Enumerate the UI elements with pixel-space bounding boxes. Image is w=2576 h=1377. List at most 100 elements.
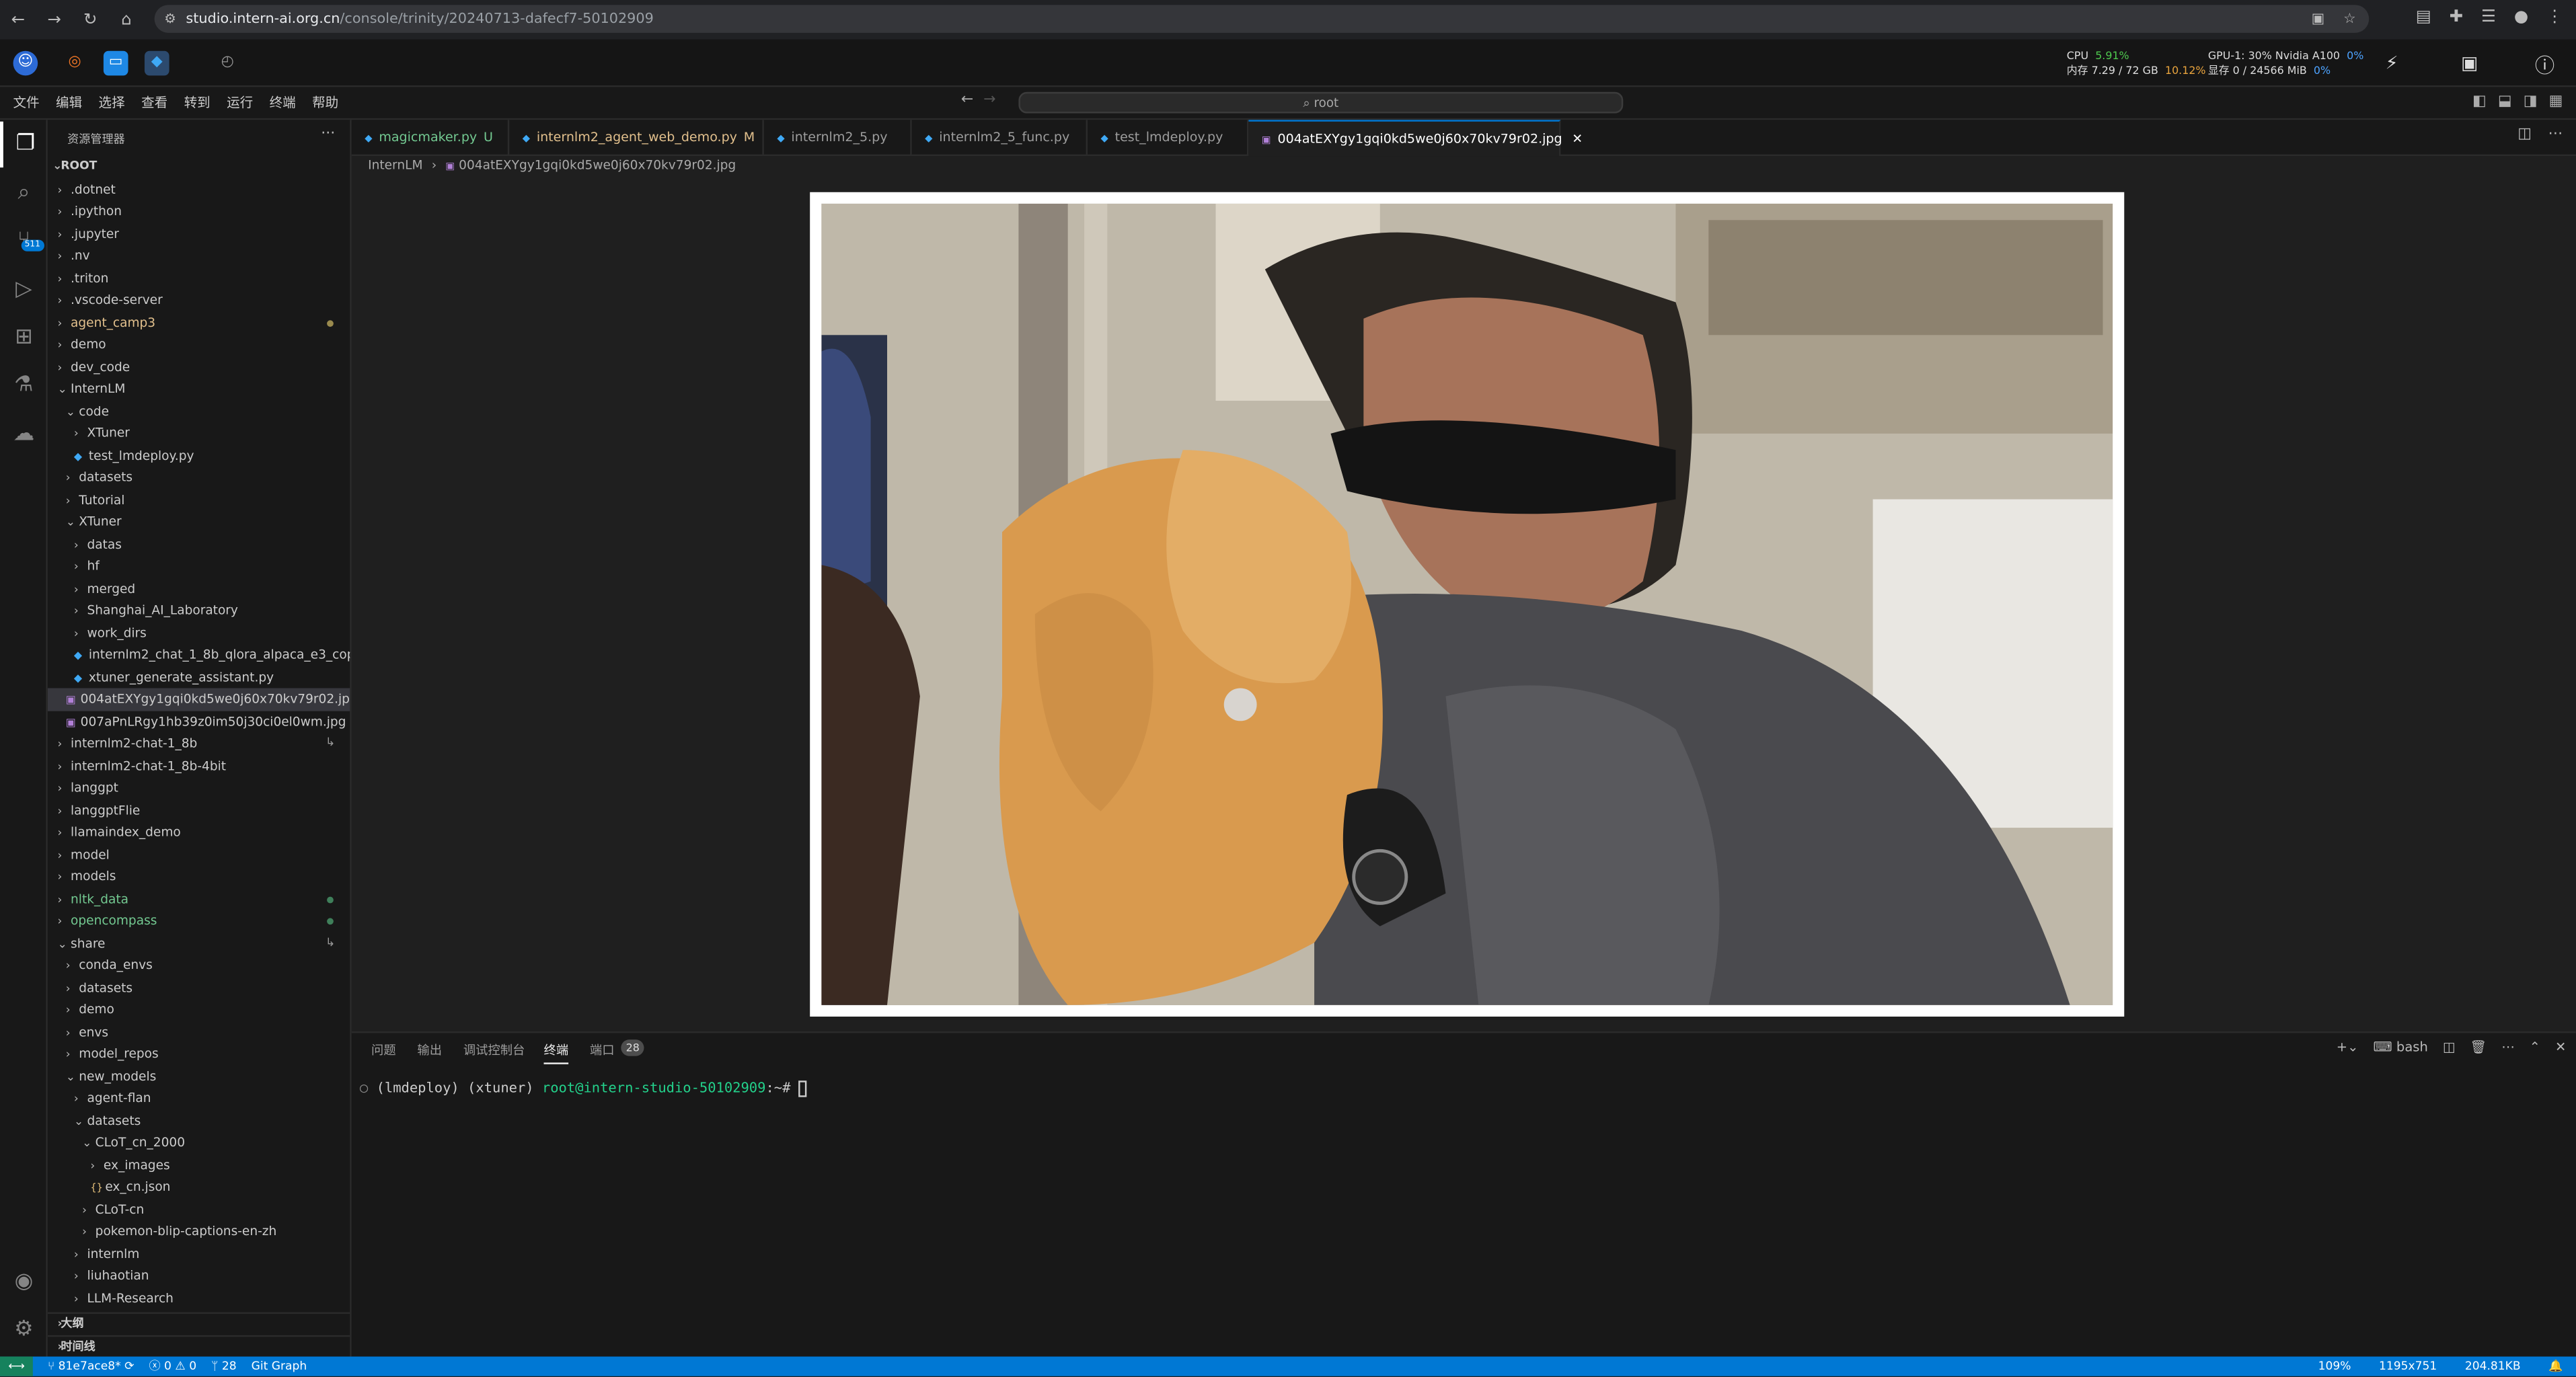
- menu-file[interactable]: 文件: [13, 93, 40, 112]
- site-info-icon[interactable]: ⚙: [164, 11, 176, 26]
- home-icon[interactable]: ⌂: [108, 11, 145, 29]
- tree-folder[interactable]: ⌄ code: [48, 400, 350, 422]
- timeline-section[interactable]: ›时间线: [47, 1335, 350, 1357]
- menu-help[interactable]: 帮助: [312, 93, 338, 112]
- tree-folder[interactable]: › langgpt: [48, 777, 350, 799]
- tree-folder[interactable]: ⌄ CLoT_cn_2000: [48, 1132, 350, 1154]
- toggle-panel-icon[interactable]: ⬓: [2498, 93, 2512, 110]
- tree-folder[interactable]: ⌄ new_models: [48, 1065, 350, 1087]
- bookmark-icon[interactable]: ☆: [2343, 11, 2356, 27]
- remote-cloud-icon[interactable]: ☁: [0, 412, 48, 458]
- nav-back-icon[interactable]: ←: [961, 92, 983, 108]
- tree-folder[interactable]: › liuhaotian: [48, 1265, 350, 1287]
- forward-icon[interactable]: →: [36, 11, 73, 29]
- install-icon[interactable]: ▣: [2312, 11, 2325, 27]
- tree-folder[interactable]: › opencompass: [48, 910, 350, 932]
- tree-folder[interactable]: › internlm2-chat-1_8b-4bit: [48, 754, 350, 777]
- tab-search-icon[interactable]: ☰: [2481, 8, 2496, 26]
- explorer-more-icon[interactable]: ···: [321, 126, 335, 143]
- branch-status[interactable]: ⑂ 81e7ace8* ⟳: [48, 1357, 135, 1376]
- tree-folder[interactable]: › model: [48, 843, 350, 865]
- menu-run[interactable]: 运行: [227, 93, 253, 112]
- image-preview[interactable]: [810, 192, 2125, 1017]
- editor-tab[interactable]: ▣ 004atEXYgy1gqi0kd5we0j60x70kv79r02.jpg ✕: [1248, 120, 1583, 157]
- accounts-icon[interactable]: ◉: [0, 1259, 48, 1305]
- search-view-icon[interactable]: ⌕: [0, 171, 48, 217]
- tree-folder[interactable]: › .jupyter: [48, 223, 350, 245]
- extension-icon[interactable]: ▤: [2416, 8, 2431, 26]
- tree-folder[interactable]: › dev_code: [48, 356, 350, 378]
- tree-folder[interactable]: › datasets: [48, 976, 350, 998]
- customize-layout-icon[interactable]: ▦: [2549, 93, 2563, 110]
- tree-folder[interactable]: › conda_envs: [48, 954, 350, 976]
- terminal-output[interactable]: ○ (lmdeploy) (xtuner) root@intern-studio…: [360, 1079, 807, 1097]
- info-icon[interactable]: ⓘ: [2535, 51, 2554, 79]
- tree-folder[interactable]: › agent_camp3: [48, 311, 350, 333]
- problems-status[interactable]: ⓧ 0 ⚠ 0: [149, 1357, 196, 1376]
- tab-ports[interactable]: 端口: [590, 1041, 615, 1060]
- menu-go[interactable]: 转到: [184, 93, 211, 112]
- run-debug-icon[interactable]: ▷: [0, 268, 48, 313]
- terminal-kind[interactable]: ⌨ bash: [2373, 1039, 2427, 1054]
- ports-status[interactable]: ᛘ 28: [211, 1357, 237, 1376]
- root-folder[interactable]: ⌄ROOT: [48, 156, 350, 178]
- more-actions-icon[interactable]: ⋯: [2501, 1039, 2515, 1054]
- editor-tab[interactable]: ◆ internlm2_agent_web_demo.py M: [509, 120, 764, 157]
- github-icon[interactable]: ●: [2514, 8, 2528, 26]
- tab-debug-console[interactable]: 调试控制台: [463, 1041, 525, 1060]
- breadcrumb-file[interactable]: 004atEXYgy1gqi0kd5we0j60x70kv79r02.jpg: [459, 157, 736, 172]
- editor-more-icon[interactable]: ⋯: [2548, 126, 2563, 143]
- tree-folder[interactable]: › .nv: [48, 245, 350, 267]
- address-bar[interactable]: ⚙ studio.intern-ai.org.cn/console/trinit…: [154, 5, 2370, 33]
- tree-folder[interactable]: › datas: [48, 533, 350, 555]
- tree-folder[interactable]: › models: [48, 865, 350, 888]
- monitor-icon[interactable]: ▣: [2461, 52, 2478, 74]
- tree-folder[interactable]: › model_repos: [48, 1043, 350, 1065]
- tree-folder[interactable]: › llamaindex_demo: [48, 821, 350, 843]
- tree-file[interactable]: {} ex_cn.json: [48, 1176, 350, 1198]
- bolt-icon[interactable]: ⚡: [2386, 52, 2398, 74]
- tree-folder[interactable]: › langgptFlie: [48, 799, 350, 821]
- editor-tab[interactable]: ◆ magicmaker.py U: [352, 120, 510, 157]
- tab-problems[interactable]: 问题: [371, 1041, 396, 1060]
- tree-folder[interactable]: › work_dirs: [48, 622, 350, 644]
- vscode-icon[interactable]: ◆: [144, 50, 169, 76]
- split-editor-icon[interactable]: ◫: [2517, 126, 2532, 143]
- tree-folder[interactable]: › internlm: [48, 1243, 350, 1265]
- editor-tab[interactable]: ◆ internlm2_5_func.py: [912, 120, 1088, 157]
- new-terminal-icon[interactable]: +⌄: [2337, 1039, 2359, 1054]
- breadcrumb-folder[interactable]: InternLM: [368, 157, 422, 172]
- tree-file[interactable]: ▣ 004atEXYgy1gqi0kd5we0j60x70kv79r02.jpg: [47, 688, 350, 711]
- editor-tab[interactable]: ◆ test_lmdeploy.py: [1088, 120, 1249, 157]
- outline-section[interactable]: ›大纲: [47, 1312, 350, 1335]
- nav-forward-icon[interactable]: →: [983, 92, 1006, 108]
- maximize-panel-icon[interactable]: ⌃: [2530, 1039, 2540, 1054]
- tree-folder[interactable]: › datasets: [48, 467, 350, 489]
- editor-tab[interactable]: ◆ internlm2_5.py: [764, 120, 912, 157]
- tree-folder[interactable]: › .triton: [48, 267, 350, 289]
- menu-view[interactable]: 查看: [141, 93, 167, 112]
- puzzle-icon[interactable]: ✚: [2450, 8, 2463, 26]
- tree-folder[interactable]: › pokemon-blip-captions-en-zh: [48, 1220, 350, 1243]
- tree-folder[interactable]: ⌄ InternLM: [48, 378, 350, 400]
- tree-folder[interactable]: › merged: [48, 578, 350, 600]
- toggle-sidebar-icon[interactable]: ◧: [2472, 93, 2487, 110]
- tree-folder[interactable]: › demo: [48, 998, 350, 1021]
- tab-output[interactable]: 输出: [417, 1041, 442, 1060]
- tree-file[interactable]: ◆ internlm2_chat_1_8b_qlora_alpaca_e3_cop…: [48, 643, 350, 666]
- studio-logo-icon[interactable]: ☺: [13, 50, 38, 76]
- tree-folder[interactable]: › internlm2-chat-1_8b ↳: [48, 732, 350, 754]
- toggle-secondary-sidebar-icon[interactable]: ◨: [2524, 93, 2538, 110]
- tree-folder[interactable]: › nltk_data: [48, 888, 350, 910]
- tree-folder[interactable]: › .dotnet: [48, 178, 350, 200]
- terminal-app-icon[interactable]: ▭: [103, 50, 128, 76]
- menu-selection[interactable]: 选择: [99, 93, 125, 112]
- tree-folder[interactable]: › Tutorial: [48, 489, 350, 511]
- tab-terminal[interactable]: 终端: [543, 1041, 569, 1064]
- tree-folder[interactable]: ⌄ XTuner: [48, 511, 350, 533]
- tree-folder[interactable]: › XTuner: [48, 422, 350, 444]
- extensions-icon[interactable]: ⊞: [0, 315, 48, 361]
- tree-file[interactable]: ▣ 007aPnLRgy1hb39z0im50j30ci0el0wm.jpg: [48, 710, 350, 732]
- tree-file[interactable]: ◆ xtuner_generate_assistant.py: [48, 666, 350, 688]
- close-panel-icon[interactable]: ✕: [2555, 1039, 2566, 1054]
